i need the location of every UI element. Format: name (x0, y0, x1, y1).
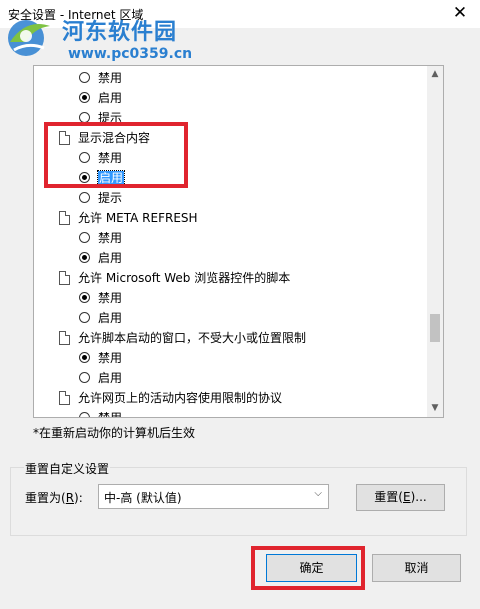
chevron-down-icon: ⌵ (314, 488, 322, 499)
radio-option-label: 禁用 (98, 151, 123, 165)
setting-group-header: 允许 META REFRESH (59, 208, 419, 228)
reset-button[interactable]: 重置(E)... (356, 484, 445, 511)
setting-radio-option[interactable]: 禁用 (79, 348, 427, 368)
radio-option-label: 启用 (98, 371, 123, 385)
radio-unchecked-icon[interactable] (79, 112, 90, 123)
vertical-scrollbar[interactable]: ▲ ▼ (427, 66, 443, 417)
setting-radio-option[interactable]: 禁用 (79, 228, 427, 248)
setting-group-label: 显示混合内容 (78, 131, 151, 145)
ok-button[interactable]: 确定 (266, 554, 357, 582)
radio-option-label: 禁用 (98, 231, 123, 245)
radio-option-label: 启用 (98, 91, 123, 105)
document-icon (59, 271, 70, 285)
watermark: 河东软件园 www.pc0359.cn (4, 10, 204, 66)
scroll-up-icon[interactable]: ▲ (427, 66, 443, 83)
reset-level-dropdown[interactable]: 中-高 (默认值) ⌵ (98, 484, 329, 509)
setting-radio-option[interactable]: 禁用 (79, 288, 427, 308)
setting-radio-option[interactable]: 禁用 (79, 408, 427, 417)
scrollbar-thumb[interactable] (430, 314, 440, 342)
reset-level-value: 中-高 (默认值) (104, 491, 182, 505)
settings-list-box[interactable]: 禁用 启用 提示 显示混合内容 禁用 启用 提示 允许 META REFRESH 禁用 启用 允许 … (33, 65, 444, 418)
setting-group-header: 允许网页上的活动内容使用限制的协议 (59, 388, 419, 408)
close-icon[interactable]: ✕ (450, 3, 470, 23)
document-icon (59, 131, 70, 145)
document-icon (59, 391, 70, 405)
radio-checked-icon[interactable] (79, 172, 90, 183)
setting-radio-option[interactable]: 启用 (79, 368, 427, 388)
document-icon (59, 331, 70, 345)
setting-radio-option[interactable]: 禁用 (79, 68, 427, 88)
cancel-button[interactable]: 取消 (372, 554, 461, 582)
radio-option-label: 禁用 (98, 71, 123, 85)
reset-group-legend: 重置自定义设置 (24, 460, 111, 477)
radio-unchecked-icon[interactable] (79, 372, 90, 383)
setting-radio-option[interactable]: 启用 (79, 248, 427, 268)
radio-option-label: 提示 (98, 191, 123, 205)
document-icon (59, 211, 70, 225)
setting-radio-option[interactable]: 提示 (79, 188, 427, 208)
setting-group-header: 显示混合内容 (59, 128, 419, 148)
setting-group-label: 允许脚本启动的窗口，不受大小或位置限制 (78, 331, 307, 345)
setting-radio-option[interactable]: 提示 (79, 108, 427, 128)
settings-list: 禁用 启用 提示 显示混合内容 禁用 启用 提示 允许 META REFRESH 禁用 启用 允许 … (34, 66, 427, 417)
setting-radio-option[interactable]: 启用 (79, 308, 427, 328)
reset-to-label: 重置为(R): (25, 491, 83, 505)
radio-unchecked-icon[interactable] (79, 232, 90, 243)
watermark-logo-icon (8, 20, 50, 56)
setting-radio-option[interactable]: 禁用 (79, 148, 427, 168)
watermark-site-name: 河东软件园 (62, 20, 178, 45)
setting-radio-option[interactable]: 启用 (79, 168, 427, 188)
radio-checked-icon[interactable] (79, 352, 90, 363)
setting-group-header: 允许 Microsoft Web 浏览器控件的脚本 (59, 268, 419, 288)
radio-checked-icon[interactable] (79, 252, 90, 263)
setting-group-label: 允许网页上的活动内容使用限制的协议 (78, 391, 283, 405)
restart-note: *在重新启动你的计算机后生效 (33, 426, 196, 440)
radio-option-label: 提示 (98, 111, 123, 125)
scroll-down-icon[interactable]: ▼ (427, 400, 443, 417)
setting-group-label: 允许 Microsoft Web 浏览器控件的脚本 (78, 271, 291, 285)
setting-radio-option[interactable]: 启用 (79, 88, 427, 108)
setting-group-label: 允许 META REFRESH (78, 211, 198, 225)
radio-unchecked-icon[interactable] (79, 72, 90, 83)
radio-option-label: 启用 (96, 170, 126, 186)
radio-checked-icon[interactable] (79, 292, 90, 303)
setting-group-header: 允许脚本启动的窗口，不受大小或位置限制 (59, 328, 419, 348)
radio-option-label: 启用 (98, 251, 123, 265)
radio-option-label: 禁用 (98, 408, 122, 417)
radio-option-label: 禁用 (98, 291, 123, 305)
watermark-url: www.pc0359.cn (68, 46, 193, 62)
radio-unchecked-icon[interactable] (79, 192, 90, 203)
radio-unchecked-icon[interactable] (79, 152, 90, 163)
radio-unchecked-icon[interactable] (79, 412, 90, 417)
radio-option-label: 禁用 (98, 351, 123, 365)
radio-unchecked-icon[interactable] (79, 312, 90, 323)
radio-checked-icon[interactable] (79, 92, 90, 103)
radio-option-label: 启用 (98, 311, 123, 325)
